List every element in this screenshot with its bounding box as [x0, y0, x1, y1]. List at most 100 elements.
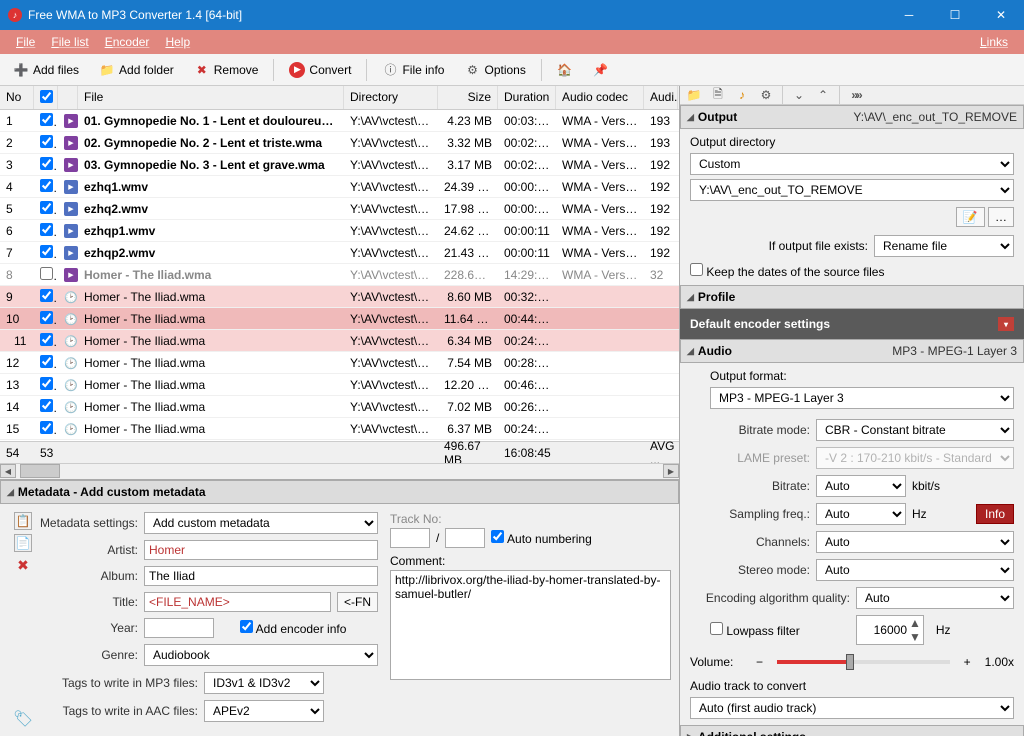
exists-select[interactable]: Rename file [874, 235, 1014, 257]
output-header[interactable]: ◢OutputY:\AV\_enc_out_TO_REMOVE [680, 105, 1024, 129]
lowpass-spinner[interactable]: ▲▼ [856, 615, 924, 645]
row-check[interactable] [40, 421, 53, 434]
samp-select[interactable]: Auto [816, 503, 906, 525]
audio-track-select[interactable]: Auto (first audio track) [690, 697, 1014, 719]
auto-num-label[interactable]: Auto numbering [491, 530, 591, 546]
remove-button[interactable]: ✖Remove [185, 59, 268, 81]
delete-icon[interactable]: ✖ [14, 556, 32, 574]
row-check[interactable] [40, 355, 53, 368]
table-row[interactable]: 7▶ezhqp2.wmvY:\AV\vctest\wmv21.43 MB00:0… [0, 242, 679, 264]
row-check[interactable] [40, 245, 53, 258]
table-row[interactable]: 9🕑Homer - The Iliad.wmaY:\AV\vctest\wma8… [0, 286, 679, 308]
row-check[interactable] [40, 157, 53, 170]
output-dir-path-select[interactable]: Y:\AV\_enc_out_TO_REMOVE [690, 179, 1014, 201]
file-info-button[interactable]: ⓘFile info [373, 59, 453, 81]
comment-textarea[interactable]: http://librivox.org/the-iliad-by-homer-t… [390, 570, 671, 680]
col-dur[interactable]: Duration [498, 86, 556, 109]
encoder-info-check[interactable] [240, 620, 253, 633]
check-all[interactable] [40, 90, 53, 103]
menu-encoder[interactable]: Encoder [97, 35, 158, 49]
grid-body[interactable]: 1▶01. Gymnopedie No. 1 - Lent et doulour… [0, 110, 679, 441]
chevron-down-icon[interactable]: ▾ [998, 317, 1014, 331]
scroll-right-icon[interactable]: ▶ [663, 464, 679, 478]
menu-file-list[interactable]: File list [43, 35, 96, 49]
menu-links[interactable]: Links [972, 35, 1016, 49]
add-folder-button[interactable]: 📁Add folder [90, 59, 183, 81]
lowpass-check[interactable] [710, 622, 723, 635]
gear-icon[interactable]: ⚙ [758, 87, 774, 103]
genre-select[interactable]: Audiobook [144, 644, 378, 666]
col-file[interactable]: File [78, 86, 344, 109]
volume-slider[interactable] [777, 660, 950, 664]
table-row[interactable]: 6▶ezhqp1.wmvY:\AV\vctest\wmv24.62 MB00:0… [0, 220, 679, 242]
auto-num-check[interactable] [491, 530, 504, 543]
table-row[interactable]: 2▶02. Gymnopedie No. 2 - Lent et triste.… [0, 132, 679, 154]
table-row[interactable]: 15🕑Homer - The Iliad.wmaY:\AV\vctest\wma… [0, 418, 679, 440]
chevron-down-icon[interactable]: ⌄ [791, 87, 807, 103]
row-check[interactable] [40, 267, 53, 280]
audio-header[interactable]: ◢AudioMP3 - MPEG-1 Layer 3 [680, 339, 1024, 363]
row-check[interactable] [40, 399, 53, 412]
format-select[interactable]: MP3 - MPEG-1 Layer 3 [710, 387, 1014, 409]
table-row[interactable]: 4▶ezhq1.wmvY:\AV\vctest\wmv24.39 MB00:00… [0, 176, 679, 198]
options-button[interactable]: ⚙Options [455, 59, 534, 81]
horizontal-scrollbar[interactable]: ◀ ▶ [0, 463, 679, 479]
close-button[interactable]: ✕ [978, 0, 1024, 30]
settings-select[interactable]: Add custom metadata [144, 512, 378, 534]
fn-button[interactable]: <-FN [337, 592, 378, 612]
minimize-button[interactable]: ─ [886, 0, 932, 30]
year-input[interactable] [144, 618, 214, 638]
bitrate-select[interactable]: Auto [816, 475, 906, 497]
metadata-header[interactable]: ◢ Metadata - Add custom metadata [0, 480, 679, 504]
bitrate-mode-select[interactable]: CBR - Constant bitrate [816, 419, 1014, 441]
col-dir[interactable]: Directory [344, 86, 438, 109]
table-row[interactable]: 14🕑Homer - The Iliad.wmaY:\AV\vctest\wma… [0, 396, 679, 418]
minus-icon[interactable]: − [756, 655, 763, 669]
pin-button[interactable]: 📌 [584, 59, 618, 81]
row-check[interactable] [40, 135, 53, 148]
output-dir-mode-select[interactable]: Custom [690, 153, 1014, 175]
col-codec[interactable]: Audio codec [556, 86, 644, 109]
channels-select[interactable]: Auto [816, 531, 1014, 553]
table-row[interactable]: 1▶01. Gymnopedie No. 1 - Lent et doulour… [0, 110, 679, 132]
scroll-thumb[interactable] [20, 464, 60, 478]
profile-header[interactable]: ◢Profile [680, 285, 1024, 309]
browse-button[interactable]: … [988, 207, 1014, 227]
scroll-left-icon[interactable]: ◀ [0, 464, 16, 478]
menu-help[interactable]: Help [157, 35, 198, 49]
plus-icon[interactable]: + [964, 655, 971, 669]
copy-icon[interactable]: 📋 [14, 512, 32, 530]
edit-path-button[interactable]: 📝 [956, 207, 985, 227]
table-row[interactable]: 5▶ezhq2.wmvY:\AV\vctest\wmv17.98 MB00:00… [0, 198, 679, 220]
row-check[interactable] [40, 289, 53, 302]
encoder-info-label[interactable]: Add encoder info [240, 620, 346, 636]
col-audi[interactable]: Audi... [644, 86, 678, 109]
convert-button[interactable]: ▶Convert [280, 59, 360, 81]
chevron-up-icon[interactable]: ⌃ [815, 87, 831, 103]
maximize-button[interactable]: ☐ [932, 0, 978, 30]
table-row[interactable]: 3▶03. Gymnopedie No. 3 - Lent et grave.w… [0, 154, 679, 176]
col-check[interactable] [34, 86, 58, 109]
stereo-select[interactable]: Auto [816, 559, 1014, 581]
row-check[interactable] [40, 223, 53, 236]
keep-dates-label[interactable]: Keep the dates of the source files [690, 265, 884, 279]
row-check[interactable] [40, 377, 53, 390]
col-no[interactable]: No [0, 86, 34, 109]
keep-dates-check[interactable] [690, 263, 703, 276]
note-icon[interactable]: ♪ [734, 87, 750, 103]
table-row[interactable]: 10🕑Homer - The Iliad.wmaY:\AV\vctest\wma… [0, 308, 679, 330]
additional-header[interactable]: ▶Additional settings [680, 725, 1024, 736]
row-check[interactable] [40, 179, 53, 192]
folder-icon[interactable]: 📁 [686, 87, 702, 103]
quality-select[interactable]: Auto [856, 587, 1014, 609]
doc-icon[interactable]: 🗎 [710, 87, 726, 103]
add-files-button[interactable]: ➕Add files [4, 59, 88, 81]
table-row[interactable]: 8▶Homer - The Iliad.wmaY:\AV\vctest\wma2… [0, 264, 679, 286]
table-row[interactable]: 11🕑Homer - The Iliad.wmaY:\AV\vctest\wma… [0, 330, 679, 352]
profile-select[interactable]: Default encoder settings▾ [680, 309, 1024, 339]
col-size[interactable]: Size [438, 86, 498, 109]
info-button[interactable]: Info [976, 504, 1014, 524]
artist-input[interactable] [144, 540, 378, 560]
home-button[interactable]: 🏠 [548, 59, 582, 81]
aac-tags-select[interactable]: APEv2 [204, 700, 324, 722]
